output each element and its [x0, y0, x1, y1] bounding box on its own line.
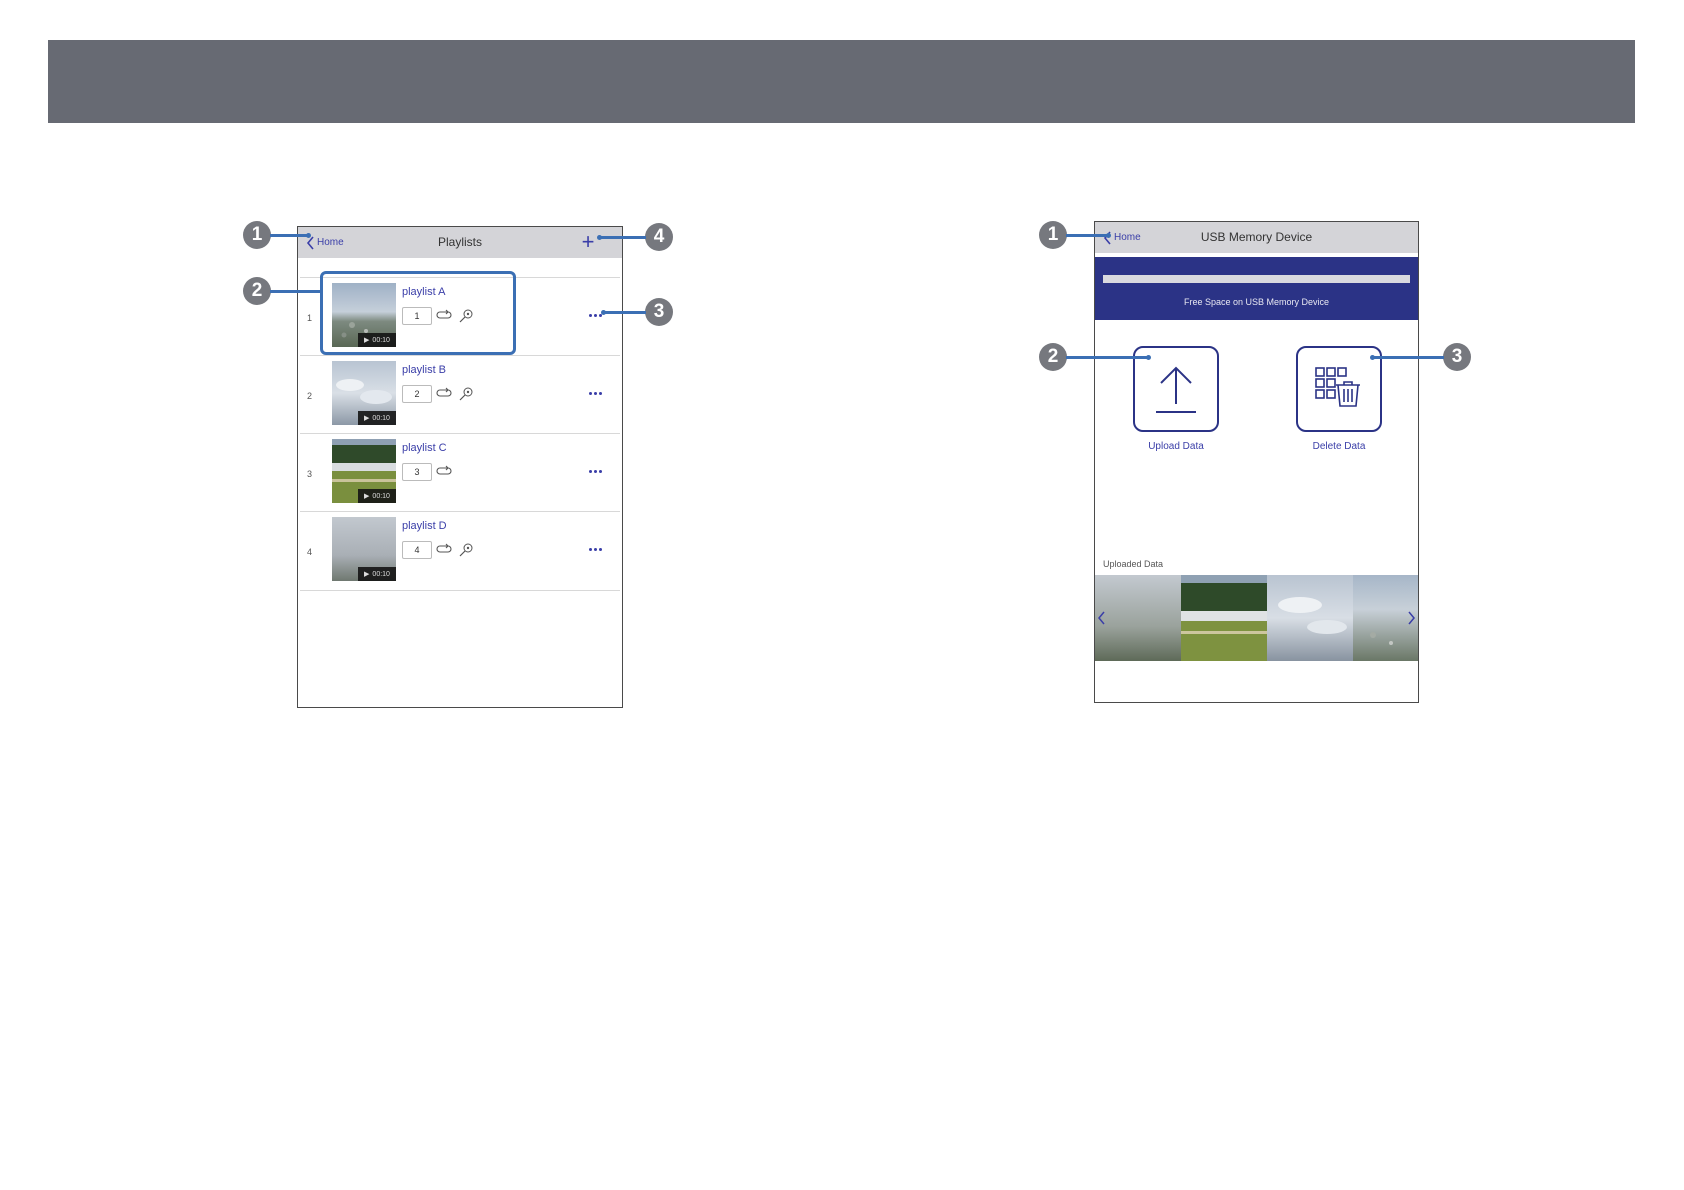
- uploaded-data-carousel[interactable]: [1095, 575, 1418, 661]
- playlist-thumbnail: ▶ 00:10: [332, 517, 396, 581]
- delete-grid-trash-icon: [1315, 367, 1360, 407]
- carousel-next-icon[interactable]: [1406, 610, 1416, 626]
- upload-icon: [1156, 366, 1196, 413]
- callout-line: [1066, 234, 1108, 237]
- free-space-label: Free Space on USB Memory Device: [1183, 297, 1330, 307]
- more-options-button[interactable]: [589, 548, 602, 551]
- playlist-thumbnail: ▶ 00:10: [332, 439, 396, 503]
- playlist-name[interactable]: playlist D: [402, 520, 447, 532]
- duration-badge: ▶ 00:10: [358, 489, 396, 503]
- callout-1: 1: [1039, 221, 1067, 249]
- callout-1: 1: [243, 221, 271, 249]
- effect-icon: [459, 387, 473, 401]
- effect-icon: [459, 543, 473, 557]
- nav-bar: Home USB Memory Device: [1095, 222, 1418, 253]
- highlight-box: [320, 271, 516, 355]
- uploaded-data-label: Uploaded Data: [1103, 559, 1164, 569]
- callout-line: [603, 311, 646, 314]
- order-field[interactable]: 2: [402, 385, 432, 403]
- callout-dot: [601, 310, 606, 315]
- playlist-name[interactable]: playlist B: [402, 364, 446, 376]
- callout-dot: [597, 235, 602, 240]
- callout-3: 3: [1443, 343, 1471, 371]
- row-index: 1: [307, 313, 313, 323]
- playlist-thumbnail: ▶ 00:10: [332, 361, 396, 425]
- uploaded-thumbnails: [1095, 575, 1418, 661]
- callout-line: [270, 234, 308, 237]
- upload-data-label: Upload Data: [1148, 441, 1204, 452]
- row-index: 2: [307, 391, 313, 401]
- duration-badge: ▶ 00:10: [358, 567, 396, 581]
- callout-4: 4: [645, 223, 673, 251]
- plus-icon: +: [581, 229, 595, 254]
- callout-3: 3: [645, 298, 673, 326]
- page-title: USB Memory Device: [1200, 230, 1313, 244]
- delete-data-button[interactable]: [1296, 346, 1382, 432]
- callout-2: 2: [243, 277, 271, 305]
- usb-memory-screen: Home USB Memory Device Free Space on USB…: [1094, 221, 1419, 703]
- add-button[interactable]: +: [576, 230, 600, 254]
- nav-bar: Home Playlists +: [298, 227, 622, 258]
- callout-line: [1372, 356, 1444, 359]
- repeat-icon: [436, 543, 452, 553]
- callout-line: [270, 290, 321, 293]
- order-field[interactable]: 4: [402, 541, 432, 559]
- carousel-prev-icon[interactable]: [1097, 610, 1107, 626]
- callout-line: [599, 236, 646, 239]
- order-field[interactable]: 3: [402, 463, 432, 481]
- more-options-button[interactable]: [589, 470, 602, 473]
- duration-badge: ▶ 00:10: [358, 411, 396, 425]
- free-space-bar: [1103, 275, 1410, 283]
- playlist-row[interactable]: 4 ▶ 00:10 playlist D 4: [300, 511, 620, 591]
- callout-2: 2: [1039, 343, 1067, 371]
- callout-dot: [1146, 355, 1151, 360]
- page-title: Playlists: [437, 235, 482, 249]
- row-index: 4: [307, 547, 313, 557]
- playlist-row[interactable]: 2 ▶ 00:10 playlist B 2: [300, 355, 620, 434]
- playlist-row[interactable]: 3 ▶ 00:10 playlist C 3: [300, 433, 620, 512]
- more-options-button[interactable]: [589, 392, 602, 395]
- callout-dot: [1106, 233, 1111, 238]
- delete-data-label: Delete Data: [1312, 441, 1366, 452]
- callout-dot: [1370, 355, 1375, 360]
- more-options-button[interactable]: [589, 314, 602, 317]
- repeat-icon: [436, 465, 452, 475]
- free-space-panel: Free Space on USB Memory Device: [1095, 257, 1418, 320]
- repeat-icon: [436, 387, 452, 397]
- playlist-name[interactable]: playlist C: [402, 442, 447, 454]
- callout-line: [1066, 356, 1149, 359]
- row-index: 3: [307, 469, 313, 479]
- callout-dot: [306, 233, 311, 238]
- header-banner: [48, 40, 1635, 123]
